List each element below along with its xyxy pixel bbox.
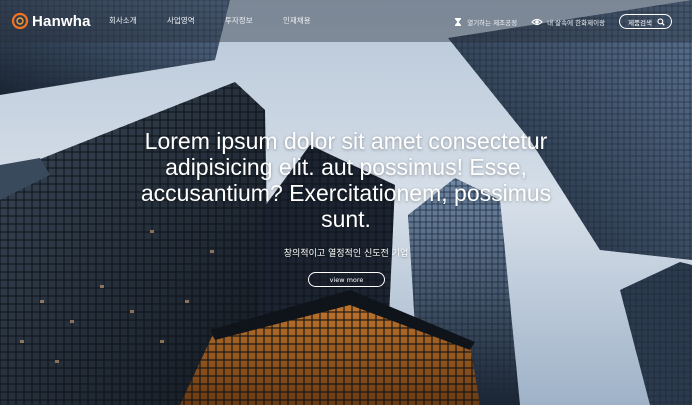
product-search-button[interactable]: 제품검색	[619, 14, 672, 29]
utility-links: 열기하는 제조공정 내 삶속에 한화제이랑 제품검색	[453, 14, 672, 29]
product-search-label: 제품검색	[628, 18, 652, 27]
main-nav: 회사소개 사업영역 투자정보 인재채용	[109, 15, 341, 26]
view-store-link[interactable]: 내 삶속에 한화제이랑	[531, 17, 605, 27]
top-navigation-bar: Hanwha 회사소개 사업영역 투자정보 인재채용 열기하는 제조공정 내 삶…	[0, 0, 692, 42]
factory-tour-link[interactable]: 열기하는 제조공정	[453, 17, 517, 27]
hanwha-logo-icon	[11, 12, 29, 30]
hourglass-icon	[455, 17, 462, 26]
eye-icon	[531, 18, 543, 25]
hero-headline: Lorem ipsum dolor sit amet consectetur a…	[140, 128, 552, 232]
view-more-button[interactable]: view more	[308, 272, 385, 287]
nav-item-careers[interactable]: 인재채용	[283, 15, 341, 26]
brand-logo[interactable]: Hanwha	[10, 11, 91, 31]
nav-item-business[interactable]: 사업영역	[167, 15, 225, 26]
hero-subline: 창의적이고 열정적인 신도전 기업	[283, 249, 409, 259]
brand-name: Hanwha	[32, 12, 91, 30]
search-icon	[657, 17, 665, 26]
factory-tour-label: 열기하는 제조공정	[467, 18, 518, 27]
nav-item-company[interactable]: 회사소개	[109, 15, 167, 26]
view-store-label: 내 삶속에 한화제이랑	[547, 18, 606, 27]
nav-item-investment[interactable]: 투자정보	[225, 15, 283, 26]
